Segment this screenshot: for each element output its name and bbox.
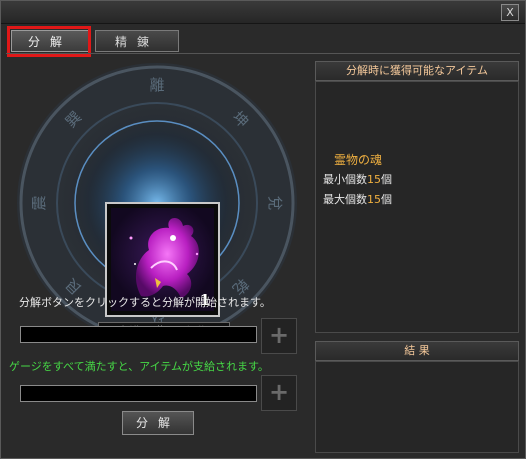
result-panel [315, 361, 519, 453]
reward-min-count: 最小個数15個 [323, 173, 392, 186]
title-bar[interactable]: X [1, 1, 525, 24]
decompose-window: X 分解 精錬 離坤兌乾坎艮震巽 1 分解ボタンをクリックすると分解が開始されま… [0, 0, 526, 459]
rewards-panel [315, 81, 519, 333]
reward-max-count: 最大個数15個 [323, 193, 392, 206]
reward-item-name: 霊物の魂 [334, 153, 383, 167]
decompose-gauge-1 [20, 326, 257, 343]
add-slot-1[interactable]: + [261, 318, 297, 354]
tab-decompose[interactable]: 分解 [11, 30, 89, 52]
click-instruction: 分解ボタンをクリックすると分解が開始されます。 [19, 296, 271, 309]
trigram-glyph: 震 [30, 195, 48, 210]
rewards-panel-title: 分解時に獲得可能なアイテム [315, 61, 519, 81]
decompose-gauge-2 [20, 385, 257, 402]
tab-divider [6, 53, 520, 54]
trigram-glyph: 兌 [266, 195, 284, 210]
add-slot-2[interactable]: + [261, 375, 297, 411]
result-panel-title: 結 果 [315, 341, 519, 361]
decompose-button[interactable]: 分解 [122, 411, 194, 435]
trigram-glyph: 離 [149, 76, 164, 94]
tab-refine[interactable]: 精錬 [95, 30, 179, 52]
gauge-instruction: ゲージをすべて満たすと、アイテムが支給されます。 [9, 360, 269, 373]
close-button[interactable]: X [501, 4, 519, 21]
